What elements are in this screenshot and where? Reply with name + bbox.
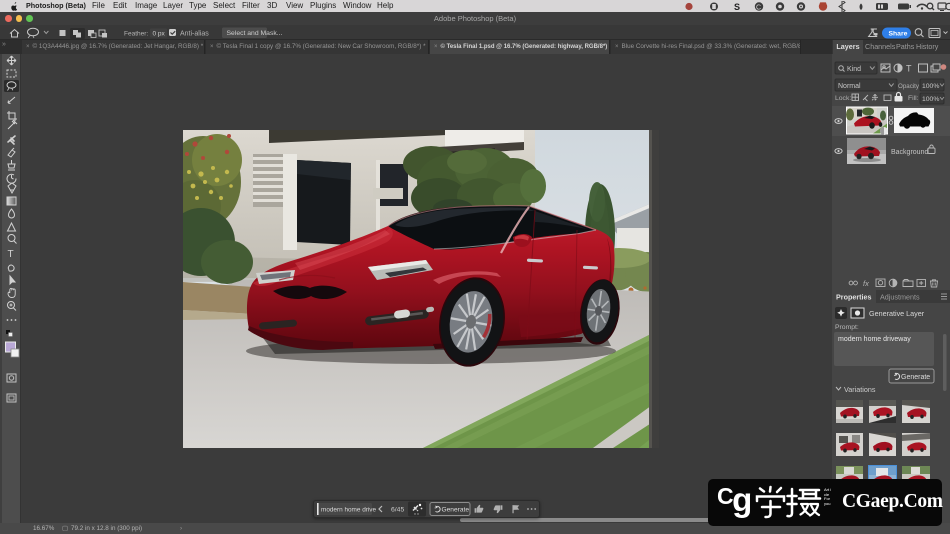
- svg-text:modern home drive: modern home drive: [321, 507, 377, 514]
- svg-text:Generate: Generate: [442, 507, 470, 514]
- svg-text:Variations: Variations: [844, 385, 876, 394]
- svg-text:Feather:: Feather:: [124, 31, 148, 38]
- svg-text:T: T: [906, 64, 912, 74]
- svg-text:Background: Background: [891, 149, 928, 156]
- svg-text:T: T: [8, 249, 14, 260]
- svg-text:Prompt:: Prompt:: [835, 324, 859, 331]
- svg-text:Adjustments: Adjustments: [880, 293, 920, 302]
- svg-text:Generative Layer: Generative Layer: [869, 309, 925, 318]
- svg-text:Anti-alias: Anti-alias: [180, 31, 209, 38]
- svg-text:Lock:: Lock:: [835, 95, 851, 102]
- svg-text:Select and Mask...: Select and Mask...: [227, 30, 283, 37]
- svg-text:Normal: Normal: [838, 83, 861, 90]
- svg-text:Fill:: Fill:: [908, 95, 919, 102]
- svg-text:Generate: Generate: [901, 374, 930, 381]
- svg-text:100%: 100%: [922, 96, 939, 103]
- svg-text:6/45: 6/45: [391, 507, 404, 514]
- svg-text:fx: fx: [863, 279, 869, 288]
- svg-text:Share: Share: [889, 30, 908, 37]
- svg-text:100%: 100%: [922, 83, 939, 90]
- svg-text:C: C: [756, 5, 761, 12]
- svg-text:Opacity:: Opacity:: [898, 83, 921, 90]
- svg-text:Properties: Properties: [836, 293, 872, 302]
- svg-text:Kind: Kind: [847, 66, 861, 73]
- svg-text:modern home driveway: modern home driveway: [838, 336, 911, 343]
- svg-text:S: S: [734, 2, 740, 12]
- svg-text:0 px: 0 px: [153, 30, 166, 37]
